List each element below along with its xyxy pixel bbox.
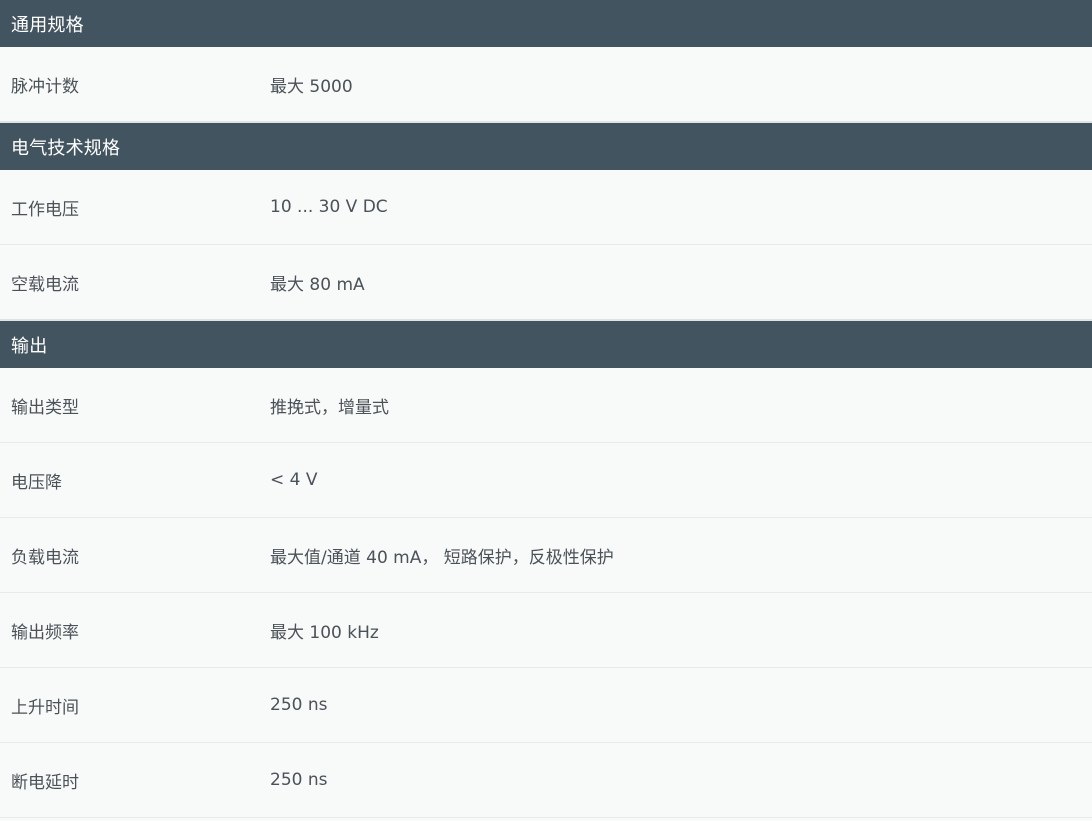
spec-value: 250 ns xyxy=(270,667,1092,743)
spec-value: 最大 100 kHz xyxy=(270,592,1092,668)
spec-label: 电压降 xyxy=(0,442,270,518)
spec-value: 10 ... 30 V DC xyxy=(270,170,1092,245)
section-header-general: 通用规格 xyxy=(0,0,1092,47)
spec-label: 输出频率 xyxy=(0,592,270,668)
spec-label: 断电延时 xyxy=(0,742,270,818)
section-title: 电气技术规格 xyxy=(0,122,1092,170)
spec-row-pulse-count: 脉冲计数 最大 5000 xyxy=(0,47,1092,123)
section-title: 输出 xyxy=(0,320,1092,368)
spec-row-voltage-drop: 电压降 < 4 V xyxy=(0,442,1092,518)
spec-value: 250 ns xyxy=(270,742,1092,818)
spec-value: < 4 V xyxy=(270,442,1092,518)
spec-label: 脉冲计数 xyxy=(0,47,270,123)
spec-row-load-current: 负载电流 最大值/通道 40 mA， 短路保护，反极性保护 xyxy=(0,517,1092,593)
section-header-output: 输出 xyxy=(0,320,1092,368)
spec-value: 最大值/通道 40 mA， 短路保护，反极性保护 xyxy=(270,517,1092,593)
spec-label: 负载电流 xyxy=(0,517,270,593)
spec-row-output-frequency: 输出频率 最大 100 kHz xyxy=(0,592,1092,668)
section-title: 通用规格 xyxy=(0,0,1092,47)
spec-table: 通用规格 脉冲计数 最大 5000 电气技术规格 工作电压 10 ... 30 … xyxy=(0,0,1092,818)
spec-row-power-off-delay: 断电延时 250 ns xyxy=(0,742,1092,818)
spec-value: 最大 5000 xyxy=(270,47,1092,123)
spec-label: 工作电压 xyxy=(0,170,270,245)
spec-row-no-load-current: 空载电流 最大 80 mA xyxy=(0,244,1092,321)
spec-row-rise-time: 上升时间 250 ns xyxy=(0,667,1092,743)
spec-row-operating-voltage: 工作电压 10 ... 30 V DC xyxy=(0,170,1092,245)
spec-row-output-type: 输出类型 推挽式，增量式 xyxy=(0,368,1092,443)
spec-value: 最大 80 mA xyxy=(270,244,1092,321)
spec-value: 推挽式，增量式 xyxy=(270,368,1092,443)
spec-label: 上升时间 xyxy=(0,667,270,743)
spec-label: 输出类型 xyxy=(0,368,270,443)
spec-label: 空载电流 xyxy=(0,244,270,321)
section-header-electrical: 电气技术规格 xyxy=(0,122,1092,170)
